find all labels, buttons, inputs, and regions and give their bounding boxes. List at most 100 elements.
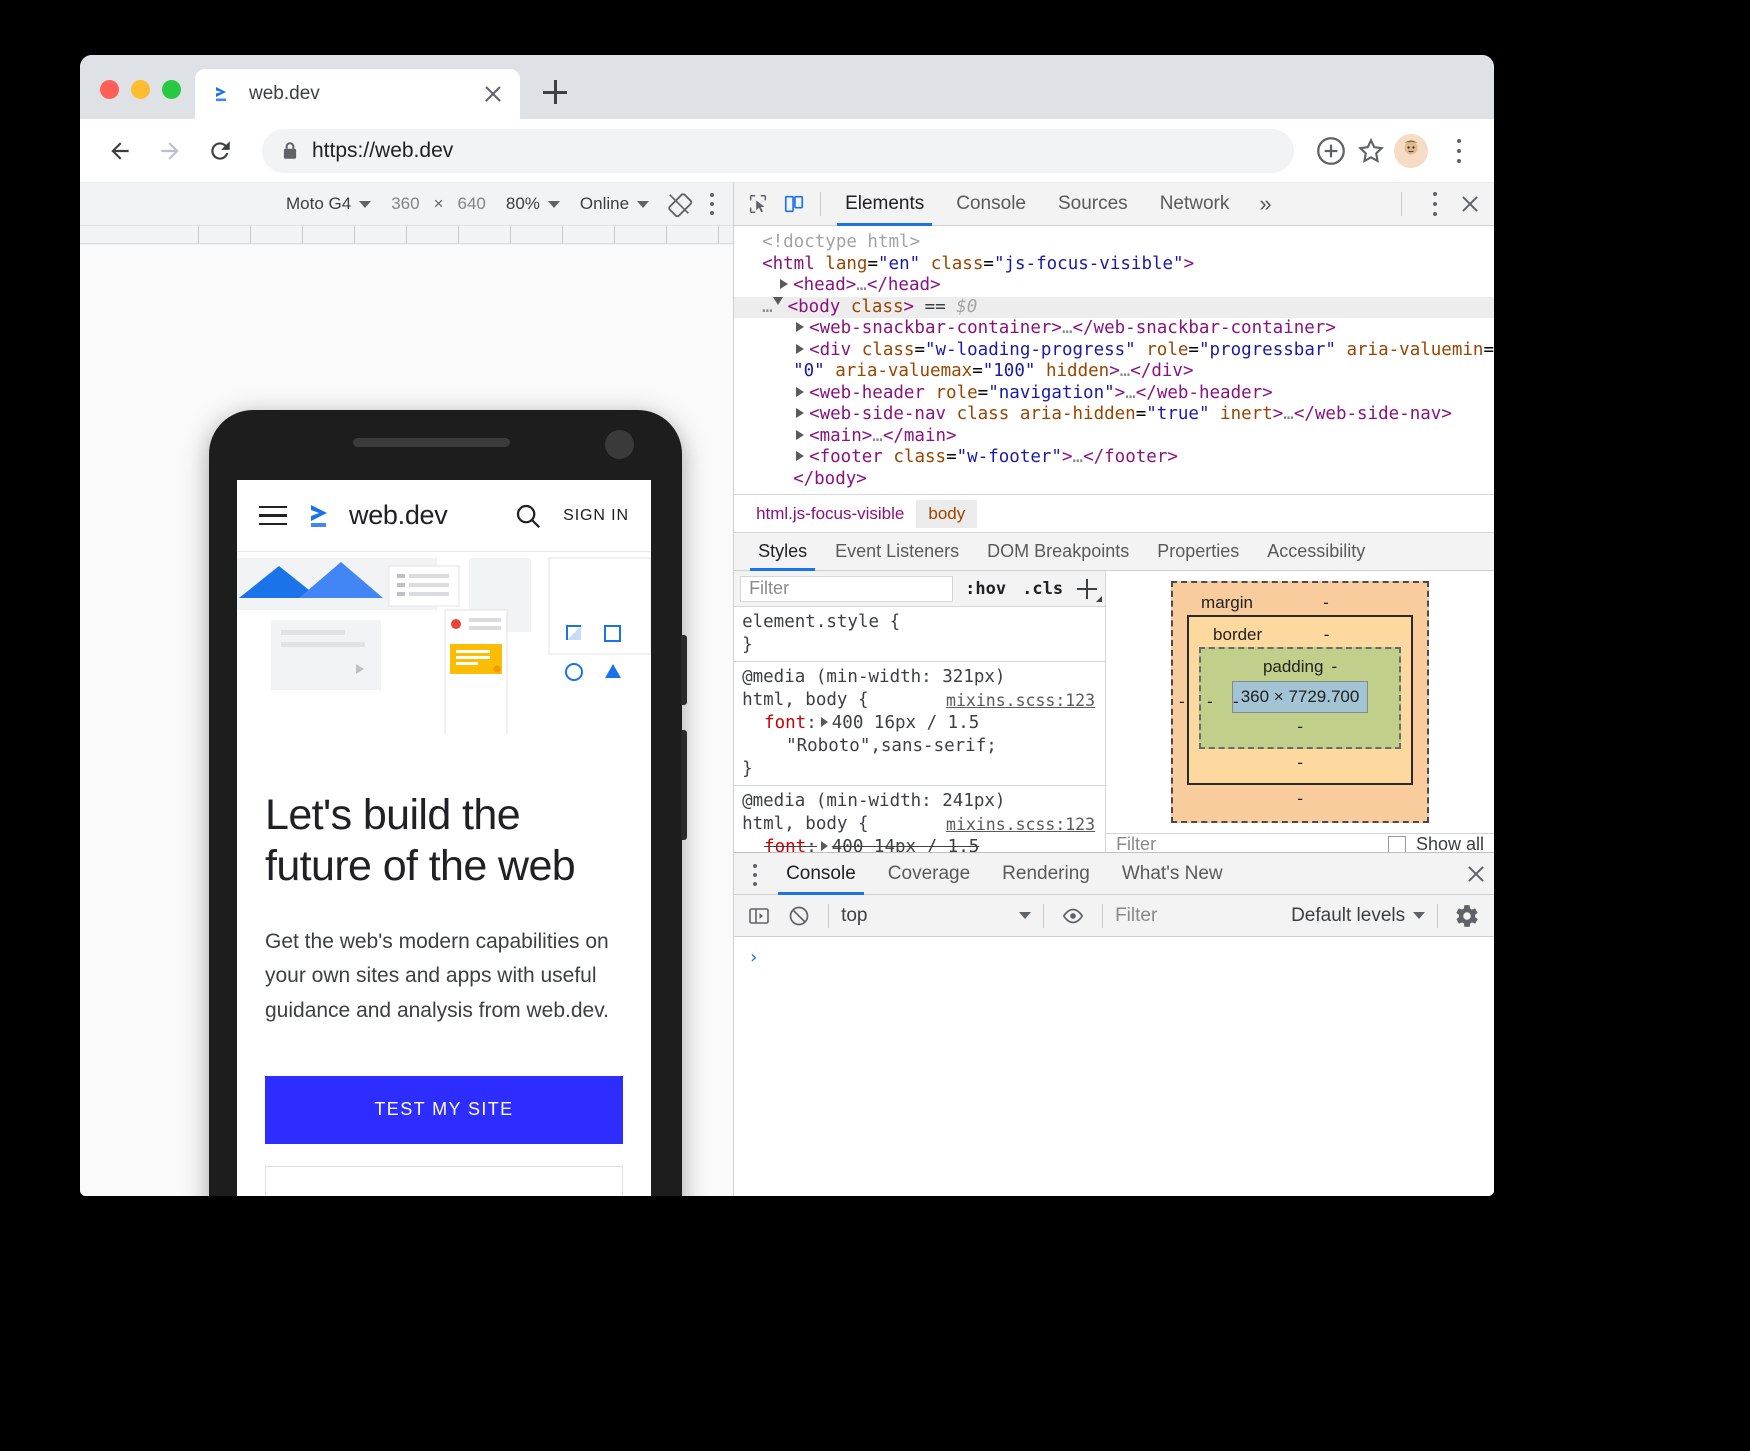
device-more-icon[interactable] [699,189,725,219]
tab-sources[interactable]: Sources [1042,183,1144,226]
dom-node-line[interactable]: <main>…</main> [734,426,1494,448]
close-icon[interactable] [480,81,506,107]
dom-node-line[interactable]: <div class="w-loading-progress" role="pr… [734,340,1494,362]
drawer-kebab-icon[interactable] [740,858,770,890]
dom-tree[interactable]: <!doctype html><html lang="en" class="js… [734,226,1494,495]
tab-dom-breakpoints[interactable]: DOM Breakpoints [973,533,1143,571]
reload-icon[interactable] [198,129,242,173]
viewport-width-input[interactable]: 360 [381,194,429,214]
hov-toggle-button[interactable]: :hov [961,579,1010,599]
new-style-rule-button[interactable] [1075,577,1099,601]
drawer-tab-rendering[interactable]: Rendering [986,853,1106,895]
tab-event-listeners[interactable]: Event Listeners [821,533,973,571]
box-model-margin[interactable]: margin - border - [1171,581,1429,823]
tab-console[interactable]: Console [940,183,1042,226]
close-drawer-icon[interactable] [1458,857,1494,891]
box-model-border[interactable]: border - padding - [1187,615,1413,785]
css-selector[interactable]: element.style { [742,611,1095,634]
star-icon[interactable] [1354,134,1388,168]
console-levels-select[interactable]: Default levels [1291,905,1425,927]
css-rules-list[interactable]: element.style {}@media (min-width: 321px… [734,607,1105,852]
tab-elements[interactable]: Elements [829,183,940,226]
address-bar[interactable]: https://web.dev [262,129,1294,173]
console-filter-input[interactable]: Filter [1115,905,1285,927]
breadcrumb-html[interactable]: html.js-focus-visible [744,500,916,528]
site-logo[interactable]: web.dev [309,500,447,531]
padding-top-value[interactable]: - [1331,657,1337,677]
drawer-tab-console[interactable]: Console [770,853,872,895]
border-bottom-value[interactable]: - [1297,753,1303,773]
styles-filter-input[interactable]: Filter [740,576,953,602]
css-declaration[interactable]: font:400 14px / 1.5 [742,836,1095,852]
chevron-right-icon[interactable] [796,387,804,397]
chevron-right-icon[interactable] [780,279,788,289]
console-sidebar-icon[interactable] [742,901,776,931]
sign-in-link[interactable]: SIGN IN [563,507,629,525]
console-output[interactable]: › [734,937,1494,1196]
tab-styles[interactable]: Styles [744,533,821,571]
tab-properties[interactable]: Properties [1143,533,1253,571]
dom-node-line[interactable]: …<body class> == $0 [734,297,1494,319]
new-tab-button[interactable] [534,71,576,113]
margin-bottom-value[interactable]: - [1297,789,1303,809]
chevron-right-icon[interactable] [796,430,804,440]
test-my-site-button[interactable]: TEST MY SITE [265,1076,623,1144]
live-expression-icon[interactable] [1056,901,1090,931]
chevron-right-icon[interactable] [796,344,804,354]
inspect-element-icon[interactable] [740,187,776,221]
box-model-content-size[interactable]: 360 × 7729.700 [1232,681,1369,713]
viewport-height-input[interactable]: 640 [448,194,496,214]
drawer-tab-coverage[interactable]: Coverage [872,853,986,895]
box-model-padding[interactable]: padding - 360 × 7729.700 - [1199,647,1401,749]
expand-shorthand-icon[interactable] [821,717,828,727]
install-app-icon[interactable] [1314,134,1348,168]
throttling-select[interactable]: Online [570,194,659,214]
close-window-button[interactable] [100,80,119,99]
hamburger-icon[interactable] [259,506,287,526]
close-devtools-icon[interactable] [1452,187,1488,221]
dom-node-line[interactable]: <html lang="en" class="js-focus-visible"… [734,254,1494,276]
dom-node-line[interactable]: "0" aria-valuemax="100" hidden>…</div> [734,361,1494,383]
zoom-select[interactable]: 80% [496,194,570,214]
chevron-right-icon[interactable] [796,451,804,461]
rotate-device-icon[interactable] [665,190,693,218]
minimize-window-button[interactable] [131,80,150,99]
chevron-down-icon[interactable] [773,297,783,310]
padding-left-value[interactable]: - [1233,692,1239,712]
device-select[interactable]: Moto G4 [276,194,381,214]
dom-node-line[interactable]: <web-snackbar-container>…</web-snackbar-… [734,318,1494,340]
devtools-kebab-icon[interactable] [1418,186,1452,222]
browser-tab[interactable]: web.dev [195,69,520,119]
console-settings-icon[interactable] [1450,901,1484,931]
dom-node-line[interactable]: <web-header role="navigation">…</web-hea… [734,383,1494,405]
breadcrumb-body[interactable]: body [916,500,977,528]
show-all-checkbox[interactable] [1388,836,1406,854]
css-source-link[interactable]: mixins.scss:123 [946,813,1095,836]
dom-node-line[interactable]: <web-side-nav class aria-hidden="true" i… [734,404,1494,426]
clear-console-icon[interactable] [782,901,816,931]
search-icon[interactable] [513,501,543,531]
tab-network[interactable]: Network [1144,183,1246,226]
console-context-select[interactable]: top [841,905,1031,927]
padding-bottom-value[interactable]: - [1297,717,1303,737]
border-left-value[interactable]: - [1207,692,1213,712]
maximize-window-button[interactable] [162,80,181,99]
back-arrow-icon[interactable] [98,129,142,173]
drawer-tab-whats-new[interactable]: What's New [1106,853,1239,895]
css-declaration[interactable]: font:400 16px / 1.5 [742,712,1095,735]
dom-node-line[interactable]: </body> [734,469,1494,491]
tab-accessibility[interactable]: Accessibility [1253,533,1379,571]
css-source-link[interactable]: mixins.scss:123 [946,689,1095,712]
margin-top-value[interactable]: - [1323,593,1329,613]
css-rule[interactable]: element.style {} [734,607,1105,662]
more-tabs-icon[interactable]: » [1245,191,1285,217]
expand-shorthand-icon[interactable] [821,841,828,851]
cls-toggle-button[interactable]: .cls [1018,579,1067,599]
chevron-right-icon[interactable] [796,322,804,332]
css-rule[interactable]: @media (min-width: 321px)html, body {fon… [734,662,1105,786]
forward-arrow-icon[interactable] [148,129,192,173]
css-rule[interactable]: @media (min-width: 241px)html, body {fon… [734,786,1105,852]
dom-node-line[interactable]: <footer class="w-footer">…</footer> [734,447,1494,469]
dom-node-line[interactable]: <head>…</head> [734,275,1494,297]
dom-node-line[interactable]: <!doctype html> [734,232,1494,254]
